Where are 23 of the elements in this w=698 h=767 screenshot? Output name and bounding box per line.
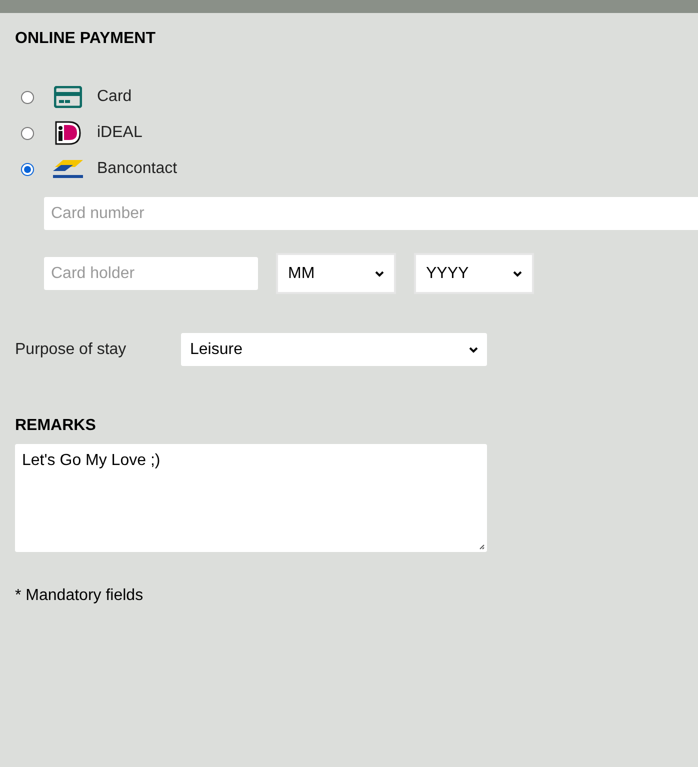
radio-button[interactable]	[21, 90, 34, 104]
chevron-down-icon	[513, 270, 522, 276]
card-holder-field[interactable]: Card holder	[44, 257, 258, 290]
radio-button[interactable]	[21, 162, 34, 176]
purpose-select[interactable]: Leisure	[181, 333, 487, 366]
chevron-down-icon	[469, 346, 478, 352]
radio-button[interactable]	[21, 126, 34, 140]
section-title: ONLINE PAYMENT	[15, 29, 156, 49]
chevron-down-icon	[375, 270, 384, 276]
remarks-title: REMARKS	[15, 416, 96, 436]
payment-method-label[interactable]: Card	[97, 85, 132, 109]
payment-method-label[interactable]: iDEAL	[97, 121, 142, 145]
ideal-logo-icon	[55, 121, 81, 145]
mandatory-note: * Mandatory fields	[15, 586, 144, 606]
card-number-field[interactable]: Card number	[44, 197, 698, 230]
resize-handle-icon[interactable]	[479, 544, 485, 550]
purpose-label: Purpose of stay	[15, 340, 128, 360]
remarks-field[interactable]: Let's Go My Love ;)	[15, 444, 487, 552]
payment-method-label[interactable]: Bancontact	[97, 157, 178, 181]
credit-card-icon	[54, 86, 82, 108]
month-select[interactable]: MM	[276, 253, 396, 294]
year-select[interactable]: YYYY	[414, 253, 534, 294]
bancontact-logo-icon	[51, 158, 85, 180]
